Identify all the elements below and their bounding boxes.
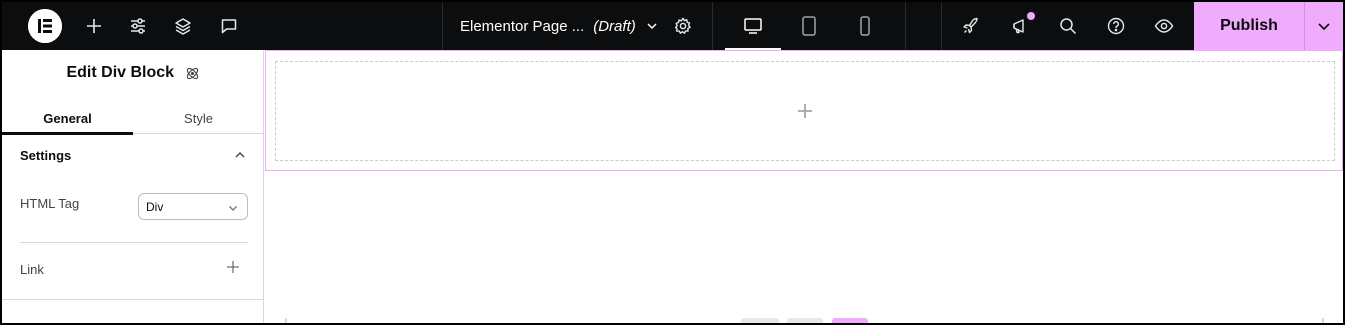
separator: [905, 2, 906, 50]
desktop-icon: [744, 18, 762, 34]
empty-drop-zone[interactable]: [275, 61, 1335, 161]
chevron-up-icon: [235, 152, 245, 158]
device-tablet-button[interactable]: [791, 2, 827, 50]
structure-button[interactable]: [165, 2, 201, 50]
plus-icon: [87, 19, 101, 33]
document-status: (Draft): [593, 17, 636, 35]
tick: [285, 318, 287, 323]
search-icon: [1060, 18, 1077, 35]
layers-icon: [175, 18, 191, 35]
mobile-icon: [860, 16, 870, 36]
site-settings-button[interactable]: [120, 2, 156, 50]
document-title: Elementor Page ...: [460, 17, 585, 35]
comment-icon: [221, 19, 237, 34]
gear-icon: [674, 17, 692, 35]
tick: [1322, 318, 1324, 323]
eye-icon: [1154, 19, 1174, 33]
tab-style[interactable]: Style: [133, 102, 264, 134]
panel-tabs: General Style: [2, 102, 264, 135]
help-icon: [1107, 17, 1125, 35]
add-element-plus-icon[interactable]: [797, 103, 813, 119]
whats-new-button[interactable]: [1002, 2, 1038, 50]
divider: [2, 299, 264, 300]
tablet-icon: [802, 16, 816, 36]
device-desktop-button[interactable]: [735, 2, 771, 50]
settings-section-title: Settings: [20, 147, 72, 163]
elementor-logo-icon[interactable]: [28, 9, 62, 43]
chevron-down-icon: [229, 206, 237, 211]
device-mobile-button[interactable]: [847, 2, 883, 50]
html-tag-label: HTML Tag: [20, 196, 80, 211]
toolbar-tab: [741, 318, 779, 323]
top-bar: Elementor Page ... (Draft) Publish: [2, 2, 1343, 50]
divider: [20, 242, 248, 243]
publish-options-button[interactable]: [1304, 2, 1343, 50]
html-tag-value: Div: [146, 199, 164, 214]
launchpad-button[interactable]: [953, 2, 989, 50]
separator: [442, 2, 443, 50]
selected-div-block[interactable]: [265, 50, 1343, 171]
preview-button[interactable]: [1146, 2, 1182, 50]
chevron-down-icon: [1318, 23, 1330, 31]
panel-title: Edit Div Block: [66, 64, 175, 81]
editor-panel: Edit Div Block General Style Settings HT…: [2, 50, 264, 323]
toolbar-tab: [832, 318, 868, 323]
page-settings-button[interactable]: [665, 2, 701, 50]
html-tag-select[interactable]: Div: [138, 193, 248, 220]
megaphone-icon: [1013, 19, 1024, 34]
settings-section-toggle[interactable]: Settings: [2, 134, 264, 176]
panel-header: Edit Div Block: [2, 64, 264, 82]
finder-button[interactable]: [1050, 2, 1086, 50]
tab-general[interactable]: General: [2, 102, 133, 135]
chevron-down-icon: [647, 23, 657, 30]
notes-button[interactable]: [211, 2, 247, 50]
canvas-bottom-toolbar-edge: [265, 318, 1343, 323]
publish-button[interactable]: Publish: [1194, 2, 1304, 50]
toolbar-tab: [787, 318, 823, 323]
rocket-icon: [963, 17, 978, 34]
add-element-button[interactable]: [76, 2, 112, 50]
link-label: Link: [20, 262, 44, 277]
add-link-icon[interactable]: [226, 260, 240, 274]
notification-dot: [1027, 12, 1035, 20]
separator: [712, 2, 713, 50]
separator: [941, 2, 942, 50]
sliders-icon: [131, 18, 145, 34]
editor-canvas: [265, 50, 1343, 323]
document-title-button[interactable]: Elementor Page ... (Draft): [460, 2, 658, 50]
editor-window: Elementor Page ... (Draft) Publish Edit …: [2, 2, 1343, 323]
atomic-element-icon: [186, 67, 198, 79]
help-button[interactable]: [1098, 2, 1134, 50]
